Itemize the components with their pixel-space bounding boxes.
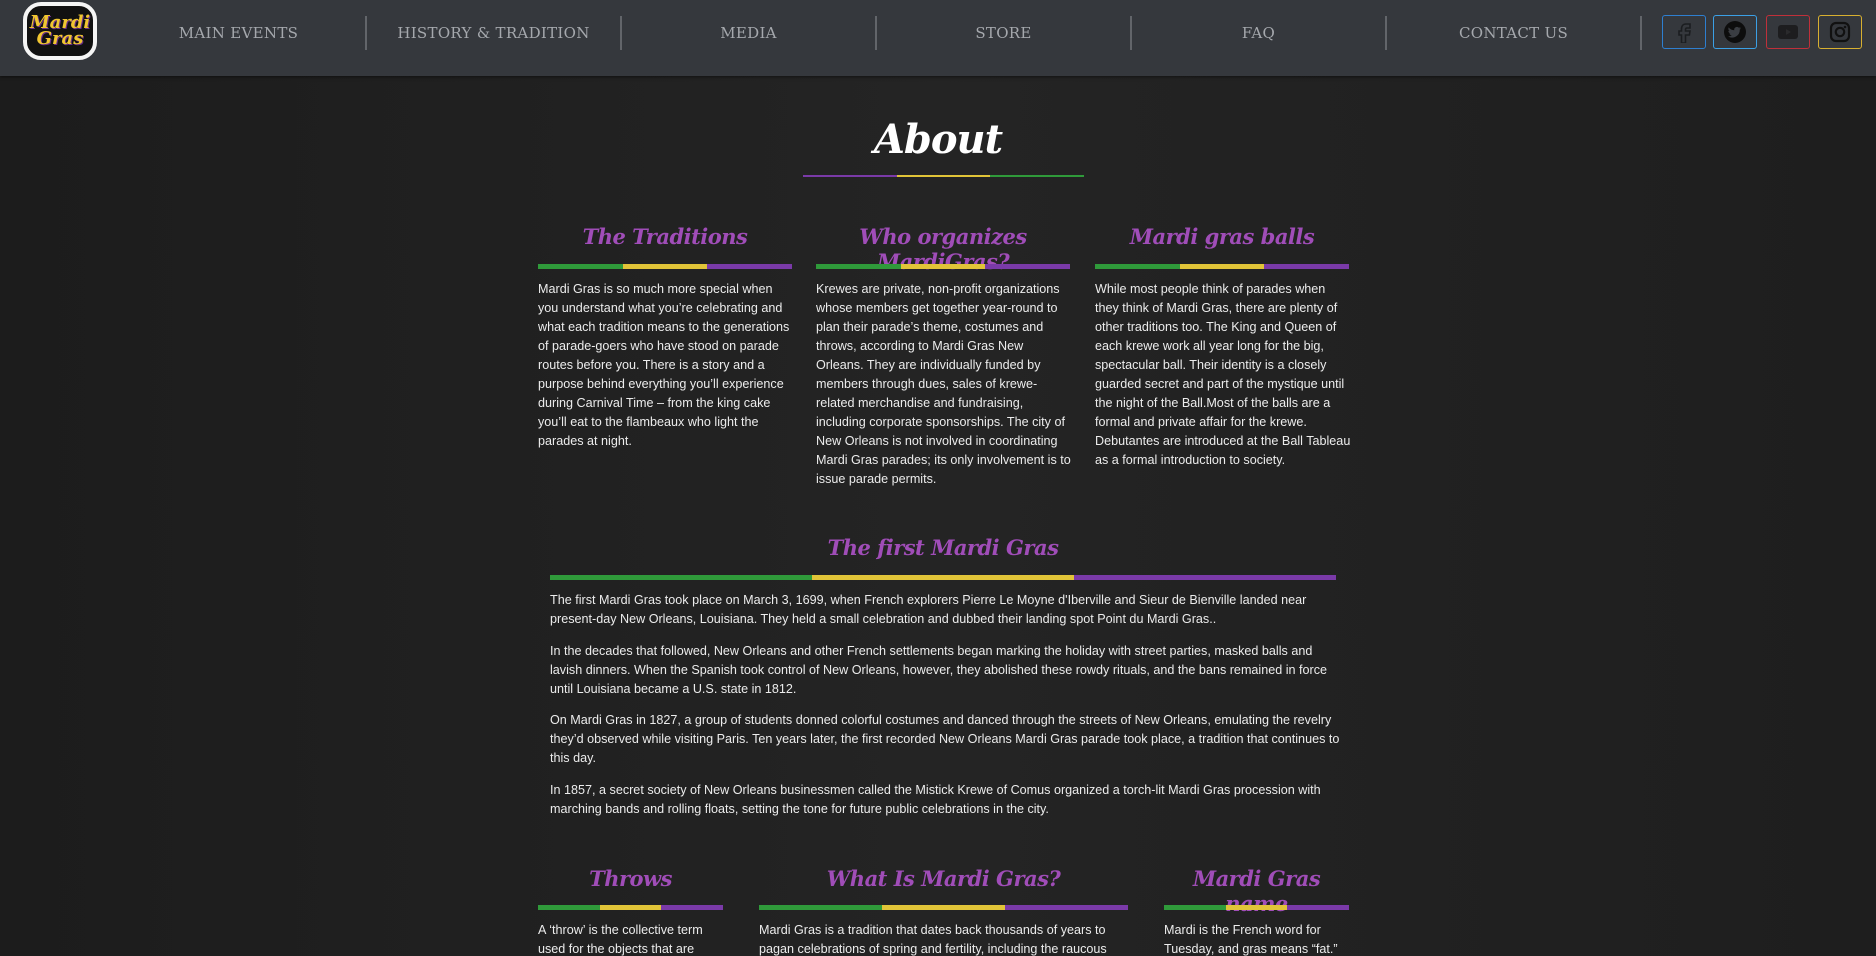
mardi-gras-logo[interactable]: Mardi Gras (23, 2, 97, 60)
throws-divider (538, 905, 724, 910)
nav-media[interactable]: MEDIA (622, 16, 877, 50)
twitter-icon (1724, 21, 1746, 43)
organizers-divider (816, 264, 1071, 269)
first-mardi-gras-divider (550, 575, 1336, 580)
first-mardi-gras-paragraph: The first Mardi Gras took place on March… (550, 593, 1307, 626)
balls-title: Mardi gras balls (1129, 224, 1315, 249)
mardi-gras-name-text: Mardi is the French word for Tuesday, an… (1164, 923, 1338, 956)
traditions-divider (538, 264, 793, 269)
youtube-icon (1778, 25, 1798, 39)
top-navbar: Mardi Gras MAIN EVENTS HISTORY & TRADITI… (0, 0, 1876, 76)
first-mardi-gras-title: The first Mardi Gras (827, 535, 1059, 560)
first-mardi-gras-paragraph: In the decades that followed, New Orlean… (550, 643, 1328, 696)
first-mardi-gras-body: The first Mardi Gras took place on March… (550, 591, 1340, 831)
traditions-text: Mardi Gras is so much more special when … (538, 282, 790, 448)
nav-contact-us[interactable]: CONTACT US (1387, 16, 1642, 50)
nav-faq[interactable]: FAQ (1132, 16, 1387, 50)
organizers-text: Krewes are private, non-profit organizat… (816, 282, 1071, 486)
balls-divider (1095, 264, 1350, 269)
balls-text: While most people think of parades when … (1095, 282, 1351, 467)
about-title: About (873, 116, 1003, 163)
nav-history-tradition[interactable]: HISTORY & TRADITION (367, 16, 622, 50)
logo-line-2: Gras (36, 28, 84, 49)
about-divider (803, 175, 1085, 177)
first-mardi-gras-paragraph: In 1857, a secret society of New Orleans… (550, 782, 1321, 816)
instagram-button[interactable] (1818, 15, 1862, 49)
mardi-gras-name-divider (1164, 905, 1350, 910)
first-mardi-gras-paragraph: On Mardi Gras in 1827, a group of studen… (550, 713, 1340, 765)
traditions-title: The Traditions (582, 224, 748, 249)
what-is-mardi-gras-text: Mardi Gras is a tradition that dates bac… (759, 923, 1107, 956)
facebook-icon (1678, 23, 1691, 43)
youtube-button[interactable] (1766, 15, 1810, 49)
what-is-mardi-gras-title: What Is Mardi Gras? (826, 866, 1061, 891)
facebook-button[interactable] (1662, 15, 1706, 49)
nav-main-events[interactable]: MAIN EVENTS (112, 16, 367, 50)
throws-title: Throws (589, 866, 672, 891)
nav-store[interactable]: STORE (877, 16, 1132, 50)
twitter-button[interactable] (1713, 15, 1757, 49)
main-nav: MAIN EVENTS HISTORY & TRADITION MEDIA ST… (112, 16, 1642, 50)
throws-text: A ‘throw’ is the collective term used fo… (538, 923, 703, 956)
instagram-icon (1829, 21, 1851, 43)
what-is-mardi-gras-divider (759, 905, 1128, 910)
